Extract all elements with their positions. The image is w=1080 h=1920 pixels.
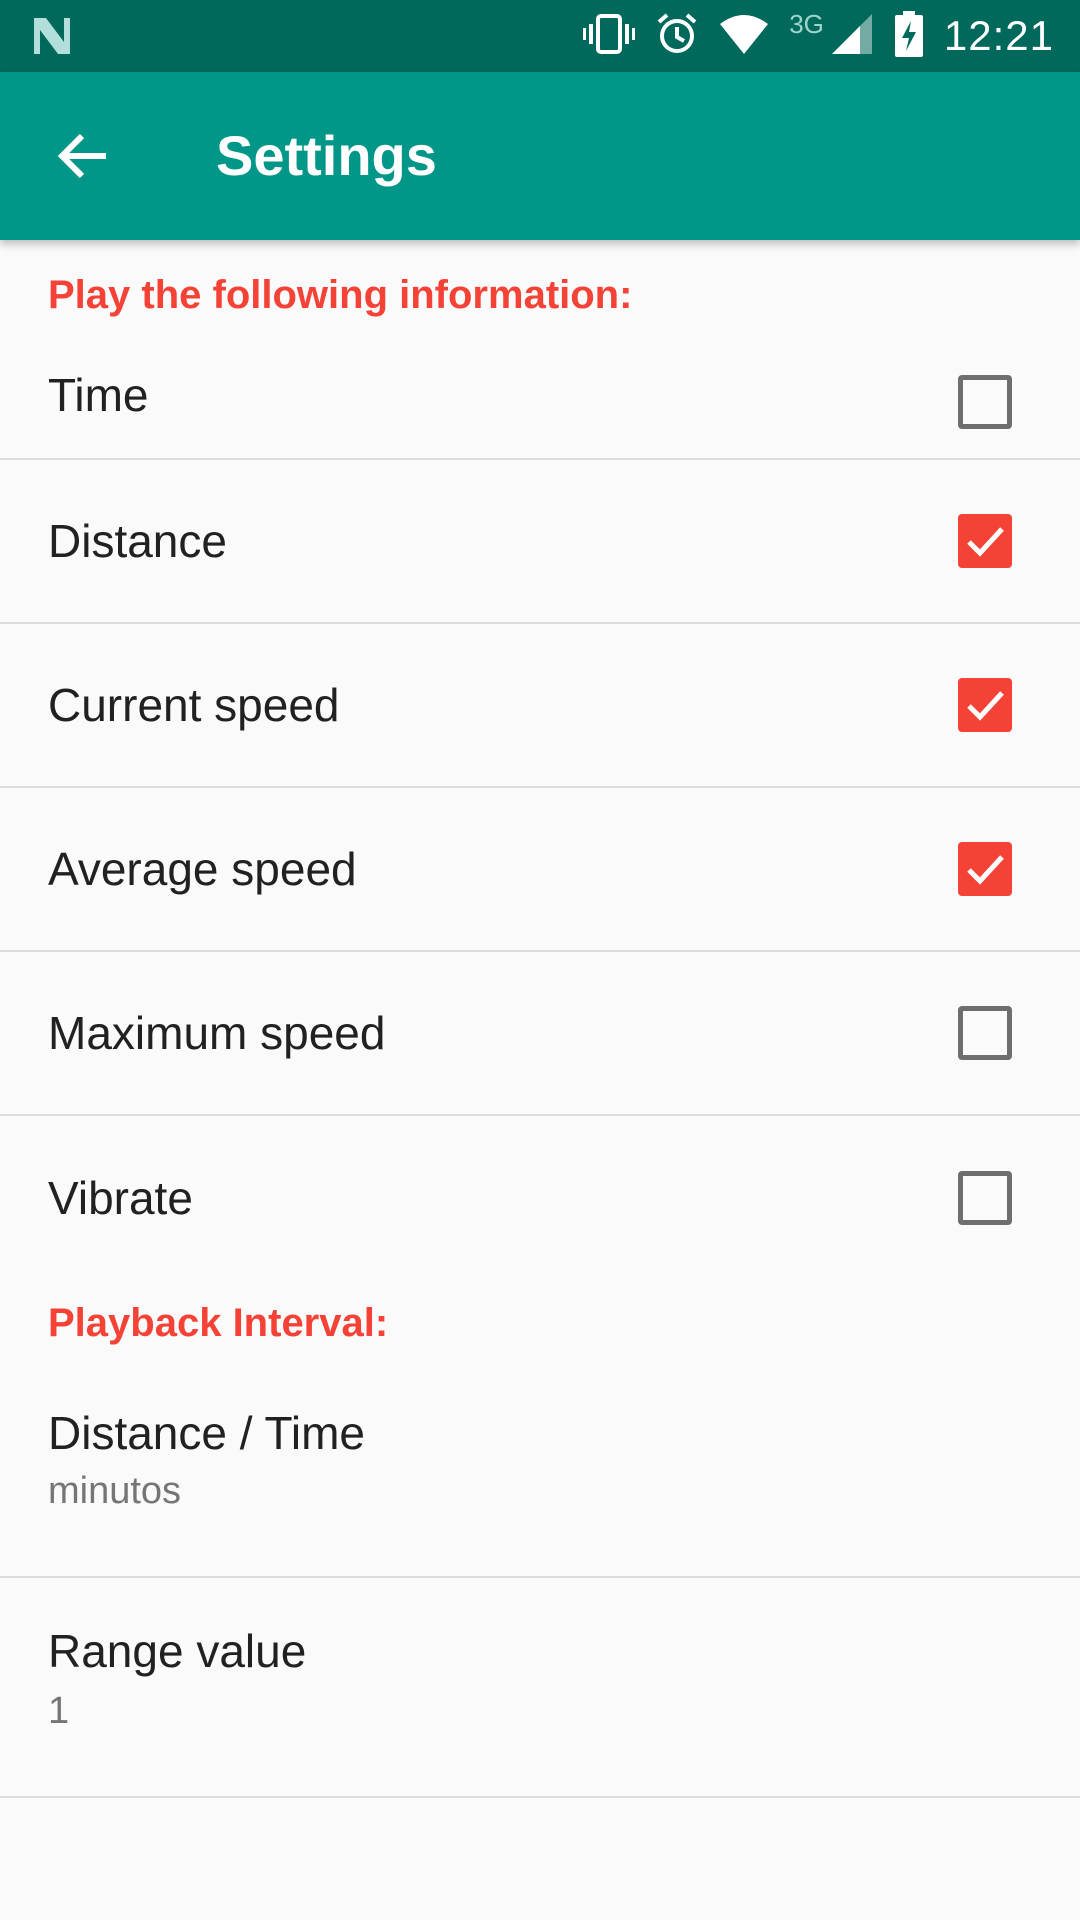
status-time: 12:21	[943, 12, 1054, 59]
checkbox-average-speed[interactable]	[958, 842, 1012, 896]
vibrate-icon	[583, 12, 636, 61]
pref-label: Distance	[48, 515, 227, 567]
section-header-play: Play the following information:	[48, 273, 633, 317]
signal-icon	[830, 12, 874, 61]
pref-label: Distance / Time	[48, 1407, 365, 1459]
settings-list: Play the following information: Time Dis…	[0, 240, 1080, 1798]
pref-range-value[interactable]: Range value 1	[0, 1578, 1080, 1798]
pref-current-speed[interactable]: Current speed	[0, 624, 1080, 788]
pref-label: Time	[48, 369, 149, 421]
pref-label: Vibrate	[48, 1172, 193, 1224]
alarm-icon	[655, 12, 699, 61]
pref-vibrate[interactable]: Vibrate	[0, 1116, 1080, 1280]
arrow-back-icon[interactable]	[56, 128, 112, 184]
pref-average-speed[interactable]: Average speed	[0, 788, 1080, 952]
status-bar: 3G 12:21	[0, 0, 1080, 72]
checkbox-vibrate[interactable]	[958, 1171, 1012, 1225]
pref-label: Average speed	[48, 843, 357, 895]
pref-label: Current speed	[48, 679, 340, 731]
battery-charging-icon	[894, 10, 924, 62]
pref-label: Range value	[48, 1625, 307, 1677]
pref-maximum-speed[interactable]: Maximum speed	[0, 952, 1080, 1116]
check-icon	[967, 527, 1004, 557]
page-title: Settings	[216, 124, 437, 187]
network-type: 3G	[789, 8, 824, 39]
check-icon	[967, 691, 1004, 721]
pref-summary: 1	[48, 1690, 70, 1732]
section-header-interval: Playback Interval:	[48, 1301, 389, 1345]
checkbox-maximum-speed[interactable]	[958, 1006, 1012, 1060]
app-bar: Settings	[0, 72, 1080, 240]
checkbox-current-speed[interactable]	[958, 678, 1012, 732]
pref-label: Maximum speed	[48, 1007, 386, 1059]
pref-time[interactable]: Time	[0, 344, 1080, 460]
pref-distance-time[interactable]: Distance / Time minutos	[0, 1356, 1080, 1578]
check-icon	[967, 855, 1004, 885]
checkbox-time[interactable]	[958, 375, 1012, 429]
pref-summary: minutos	[48, 1470, 182, 1512]
wifi-icon	[719, 12, 769, 61]
pref-distance[interactable]: Distance	[0, 460, 1080, 624]
checkbox-distance[interactable]	[958, 514, 1012, 568]
notification-n-icon	[30, 14, 74, 63]
